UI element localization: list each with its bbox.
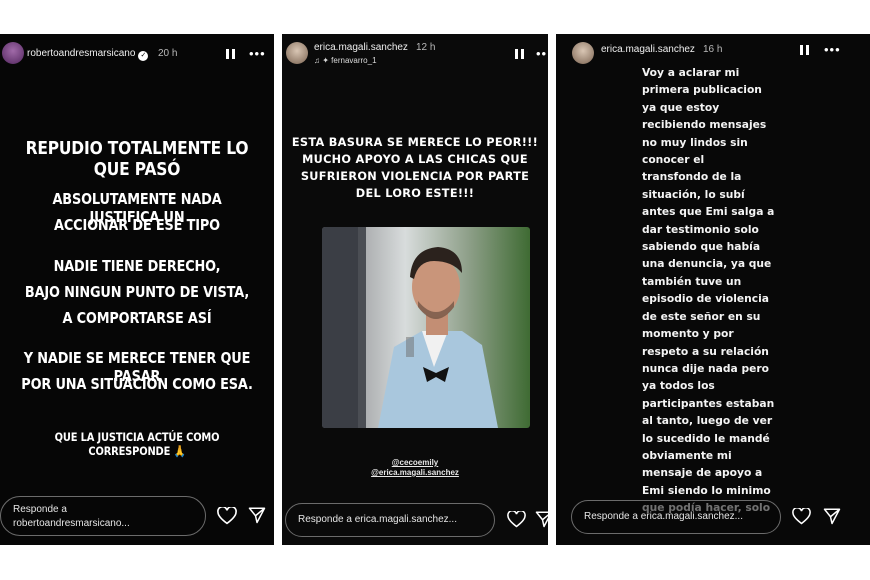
- story-text-line: episodio de violencia: [642, 292, 769, 306]
- reply-input[interactable]: Responde a erica.magali.sanchez...: [571, 500, 781, 534]
- verified-icon: ✓: [138, 51, 149, 61]
- story-panel-3[interactable]: erica.magali.sanchez 16 h ••• Voy a acla…: [556, 34, 870, 545]
- story-text-line: no muy lindos sin: [642, 135, 748, 149]
- reply-placeholder: robertoandresmarsicano...: [13, 518, 130, 529]
- heart-icon[interactable]: [507, 511, 526, 528]
- story-text-line: Emi siendo lo minimo: [642, 483, 771, 497]
- reply-input[interactable]: Responde a robertoandresmarsicano...: [0, 496, 206, 536]
- story-text-line: NADIE TIENE DERECHO,: [53, 257, 221, 275]
- story-header: erica.magali.sanchez 12 h ♫ ✦ fernavarro…: [282, 40, 548, 72]
- username[interactable]: erica.magali.sanchez: [314, 42, 408, 53]
- story-text-line: nunca dije nada pero: [642, 361, 769, 375]
- music-attribution[interactable]: ♫ ✦ fernavarro_1: [314, 56, 377, 65]
- mention-tag[interactable]: @cecoemily: [282, 458, 548, 467]
- pause-icon[interactable]: [515, 49, 524, 59]
- story-panel-2[interactable]: erica.magali.sanchez 12 h ♫ ✦ fernavarro…: [282, 34, 548, 545]
- story-photo: [322, 227, 530, 428]
- story-text-line: obviamente mi: [642, 448, 732, 462]
- story-text-line: mensaje de apoyo a: [642, 466, 763, 480]
- story-panel-1[interactable]: robertoandresmarsicano ✓ 20 h ••• REPUDIO…: [0, 34, 274, 545]
- story-text-line: POR UNA SITUACIÓN COMO ESA.: [21, 375, 253, 393]
- avatar[interactable]: [2, 42, 24, 64]
- more-options-icon[interactable]: ••: [536, 46, 547, 61]
- story-text-line: una denuncia, ya que: [642, 257, 772, 271]
- timestamp: 20 h: [158, 48, 178, 59]
- story-text-line: conocer el: [642, 153, 705, 167]
- reply-placeholder: Responde a: [13, 504, 67, 515]
- story-text-block: Voy a aclarar mi primera publicacion ya …: [642, 64, 802, 517]
- username[interactable]: erica.magali.sanchez: [601, 44, 695, 55]
- story-text-line: antes que Emi salga a: [642, 205, 775, 219]
- story-text-line: de este señor en su: [642, 309, 761, 323]
- story-text-line: Voy a aclarar mi: [642, 66, 740, 79]
- timestamp: 12 h: [416, 42, 436, 53]
- more-options-icon[interactable]: •••: [824, 42, 841, 57]
- story-header: robertoandresmarsicano ✓ 20 h •••: [0, 40, 274, 72]
- timestamp: 16 h: [703, 44, 723, 55]
- heart-icon[interactable]: [792, 508, 811, 525]
- story-text-line: lo sucedido le mandé: [642, 431, 770, 445]
- reply-placeholder: Responde a erica.magali.sanchez...: [298, 514, 457, 525]
- pause-icon[interactable]: [226, 49, 235, 59]
- story-text-line: ACCIONAR DE ESE TIPO: [54, 216, 220, 234]
- story-text-line: QUE LA JUSTICIA ACTÚE COMO CORRESPONDE 🙏: [54, 430, 220, 458]
- story-text-line: ya todos los: [642, 379, 715, 393]
- heart-icon[interactable]: [217, 507, 237, 525]
- story-text-line: recibiendo mensajes: [642, 118, 767, 132]
- story-text-line: transfondo de la: [642, 170, 742, 184]
- username[interactable]: robertoandresmarsicano ✓: [27, 48, 149, 61]
- story-text-line: al tanto, luego de ver: [642, 414, 773, 428]
- pray-emoji-icon: 🙏: [173, 444, 186, 458]
- story-text-line: participantes estaban: [642, 396, 775, 410]
- reply-placeholder: Responde a erica.magali.sanchez...: [584, 511, 743, 522]
- reply-input[interactable]: Responde a erica.magali.sanchez...: [285, 503, 495, 537]
- avatar[interactable]: [572, 42, 594, 64]
- portrait-illustration: [322, 227, 498, 428]
- story-text-line: situación, lo subí: [642, 187, 745, 201]
- story-text-line: ESTA BASURA SE MERECE LO PEOR!!!: [291, 136, 539, 149]
- story-text-line: ya que estoy: [642, 100, 720, 114]
- story-text-line: SUFRIERON VIOLENCIA POR PARTE: [300, 170, 530, 183]
- more-options-icon[interactable]: •••: [249, 46, 266, 61]
- pause-icon[interactable]: [800, 45, 809, 55]
- story-text-line: REPUDIO TOTALMENTE LO QUE PASÓ: [25, 138, 249, 180]
- music-icon: ♫ ✦: [314, 56, 332, 65]
- send-icon[interactable]: [535, 510, 548, 528]
- story-text-line: respeto a su relación: [642, 344, 769, 358]
- story-text-line: A COMPORTARSE ASÍ: [62, 309, 212, 327]
- mention-tag[interactable]: @erica.magali.sanchez: [282, 468, 548, 477]
- story-text-line: sabiendo que había: [642, 240, 761, 254]
- story-text-line: MUCHO APOYO A LAS CHICAS QUE: [302, 153, 528, 166]
- story-text-line: dar testimonio solo: [642, 222, 759, 236]
- story-text-line: también tuve un: [642, 274, 742, 288]
- story-text-line: momento y por: [642, 327, 734, 341]
- story-text-line: BAJO NINGUN PUNTO DE VISTA,: [24, 283, 250, 301]
- story-text-line: primera publicacion: [642, 83, 762, 97]
- avatar[interactable]: [286, 42, 308, 64]
- send-icon[interactable]: [823, 507, 841, 525]
- send-icon[interactable]: [248, 506, 266, 524]
- story-text-line: DEL LORO ESTE!!!: [355, 187, 475, 200]
